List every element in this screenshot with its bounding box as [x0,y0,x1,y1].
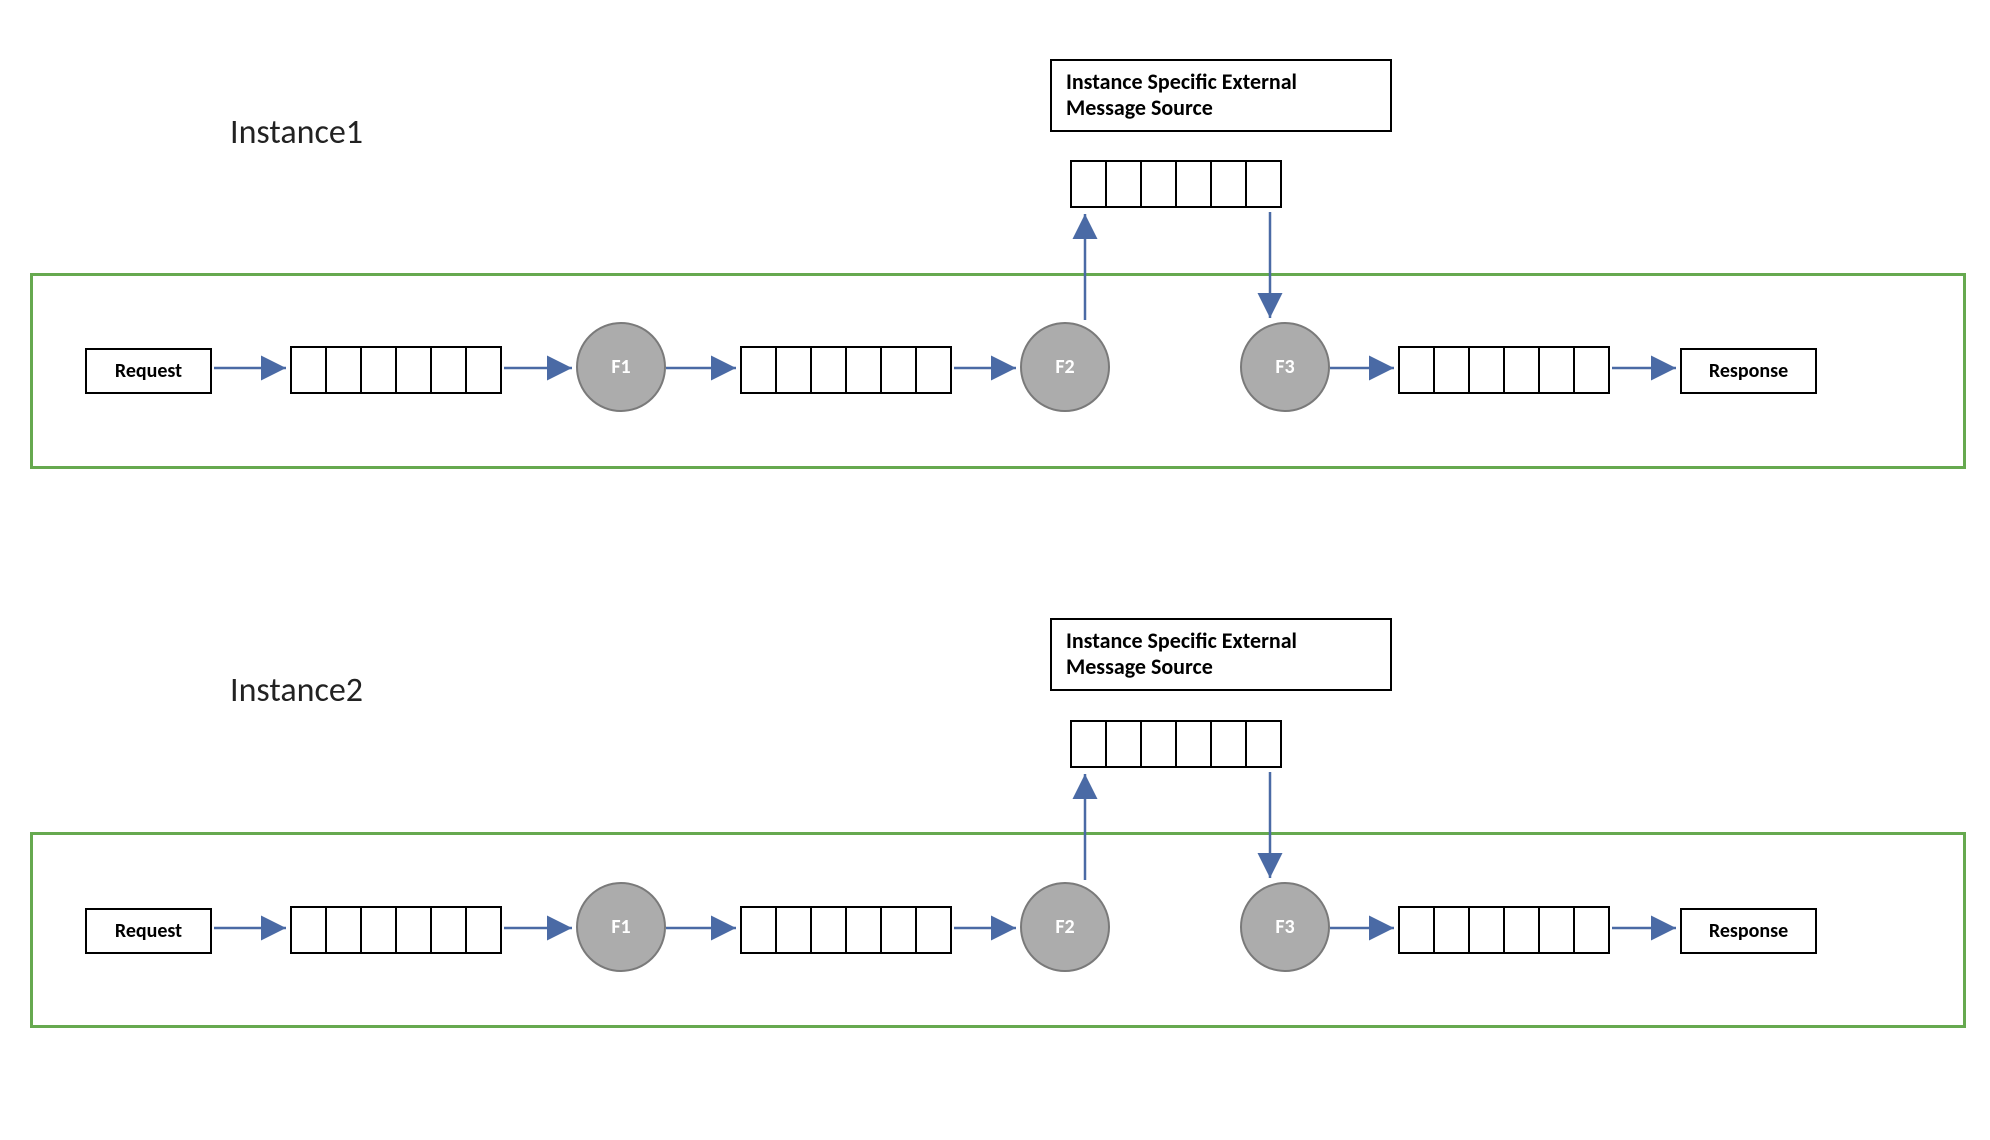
instance1-title: Instance1 [230,112,363,153]
instance1-response-box: Response [1680,348,1817,394]
instance1-external-buffer [1070,160,1282,208]
instance2-response-box: Response [1680,908,1817,954]
instance1-request-box: Request [85,348,212,394]
instance1-node-f2: F2 [1020,322,1110,412]
instance2-external-line2: Message Source [1066,653,1213,680]
instance2-node-f2: F2 [1020,882,1110,972]
instance2-external-source-box: Instance Specific External Message Sourc… [1050,618,1392,691]
instance1-external-source-box: Instance Specific External Message Sourc… [1050,59,1392,132]
instance2-buffer-2 [740,906,952,954]
instance2-node-f1: F1 [576,882,666,972]
instance2-external-line1: Instance Specific External [1066,627,1297,654]
diagram-canvas: Instance1 Instance Specific External Mes… [0,0,1990,1140]
instance1-node-f3: F3 [1240,322,1330,412]
instance2-buffer-3 [1398,906,1610,954]
instance1-buffer-1 [290,346,502,394]
instance1-external-line1: Instance Specific External [1066,68,1297,95]
instance2-title: Instance2 [230,670,363,711]
instance1-buffer-3 [1398,346,1610,394]
instance1-node-f1: F1 [576,322,666,412]
instance2-node-f3: F3 [1240,882,1330,972]
instance1-external-line2: Message Source [1066,94,1213,121]
instance2-buffer-1 [290,906,502,954]
instance1-buffer-2 [740,346,952,394]
instance2-external-buffer [1070,720,1282,768]
instance2-request-box: Request [85,908,212,954]
